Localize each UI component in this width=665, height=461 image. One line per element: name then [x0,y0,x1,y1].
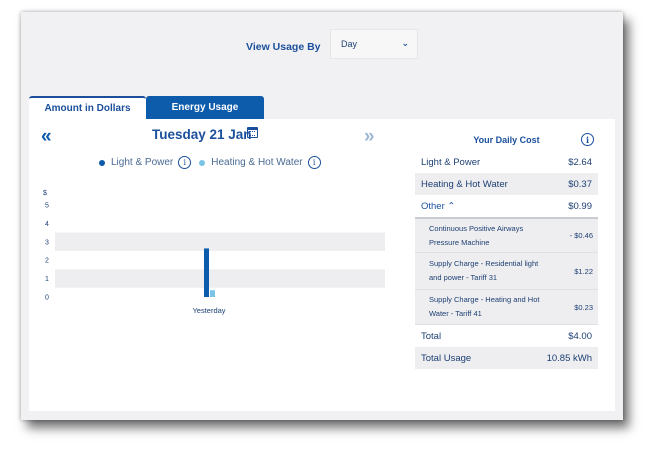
sub-item-value: $1.22 [574,266,593,276]
view-by-row: View Usage By [246,38,321,56]
sub-item-cpap: Continuous Positive Airways Pressure Mac… [415,219,598,253]
y-tick-label: 4 [45,221,49,228]
chevron-up-icon: ⌃ [447,200,456,212]
next-day-button[interactable]: » [364,126,375,148]
grid-band [55,269,385,288]
info-icon[interactable]: i [307,156,321,169]
usage-chart: $0 1 2 3 4 5 Yesterday [43,190,385,315]
sub-item-supply-31: Supply Charge - Residential light and po… [415,253,598,290]
cost-value: 10.85 kWh [546,352,592,364]
other-breakdown: Continuous Positive Airways Pressure Mac… [415,217,598,325]
view-by-label: View Usage By [246,41,321,53]
tab-energy-usage[interactable]: Energy Usage [146,96,264,119]
view-by-value: Day [341,39,358,49]
legend-label-light-power: Light & Power [111,157,174,168]
cost-value: $0.99 [568,200,592,212]
cost-value: $0.37 [568,178,592,190]
cost-label: Total Usage [421,352,472,364]
legend-dot-heating [199,159,206,166]
daily-cost-panel: Your Daily Cost i Light & Power $2.64 He… [415,131,598,369]
sub-item-value: $0.23 [574,302,593,312]
y-tick-label: 3 [45,239,49,246]
cost-row-other[interactable]: Other ⌃ $0.99 [415,195,598,217]
sub-item-label: Supply Charge - Residential light and po… [429,259,539,282]
cost-value: $2.64 [568,156,592,168]
current-date: Tuesday 21 Jan [152,127,252,142]
chart-legend: Light & Power i Heating & Hot Water i [99,156,329,169]
cost-label: Total [421,330,442,342]
cost-title: Your Daily Cost i [415,131,598,151]
other-toggle[interactable]: Other ⌃ [421,201,455,212]
info-icon[interactable]: i [581,133,594,146]
bar-light-power [204,248,209,297]
cost-row-heating: Heating & Hot Water $0.37 [415,173,598,195]
cost-value: $4.00 [568,330,592,342]
legend-dot-light-power [99,159,105,166]
cost-title-text: Your Daily Cost [473,135,540,145]
content-panel: « Tuesday 21 Jan » Light & Power i Heati… [29,119,615,411]
y-tick-label: 5 [45,203,49,210]
cost-row-total: Total $4.00 [415,325,598,347]
info-icon[interactable]: i [178,156,192,169]
calendar-icon[interactable] [247,127,258,138]
sub-item-value: - $0.46 [569,231,593,240]
view-by-select[interactable]: Day ⌄ [330,29,418,59]
y-tick-label: 0 [45,295,49,302]
cost-row-total-usage: Total Usage 10.85 kWh [415,347,598,369]
cost-label: Heating & Hot Water [421,178,508,190]
previous-day-button[interactable]: « [41,126,52,148]
y-tick-label: 2 [45,258,49,265]
y-tick-label: 1 [45,276,49,283]
cost-label: Light & Power [421,156,481,168]
sub-item-label: Supply Charge - Heating and Hot Water - … [429,295,540,318]
y-axis-label: $ [43,190,47,197]
cost-label: Other [421,200,445,212]
bar-heating-hot-water [210,290,215,297]
tab-amount-in-dollars[interactable]: Amount in Dollars [29,96,146,119]
grid-band [55,232,385,251]
cost-row-light-power: Light & Power $2.64 [415,151,598,173]
sub-item-supply-41: Supply Charge - Heating and Hot Water - … [415,290,598,325]
sub-item-label: Continuous Positive Airways Pressure Mac… [429,223,524,247]
chevron-down-icon: ⌄ [401,38,409,48]
legend-label-heating: Heating & Hot Water [211,157,303,168]
app-window: View Usage By Day ⌄ Amount in Dollars En… [21,12,623,420]
x-tick-label: Yesterday [192,306,225,315]
